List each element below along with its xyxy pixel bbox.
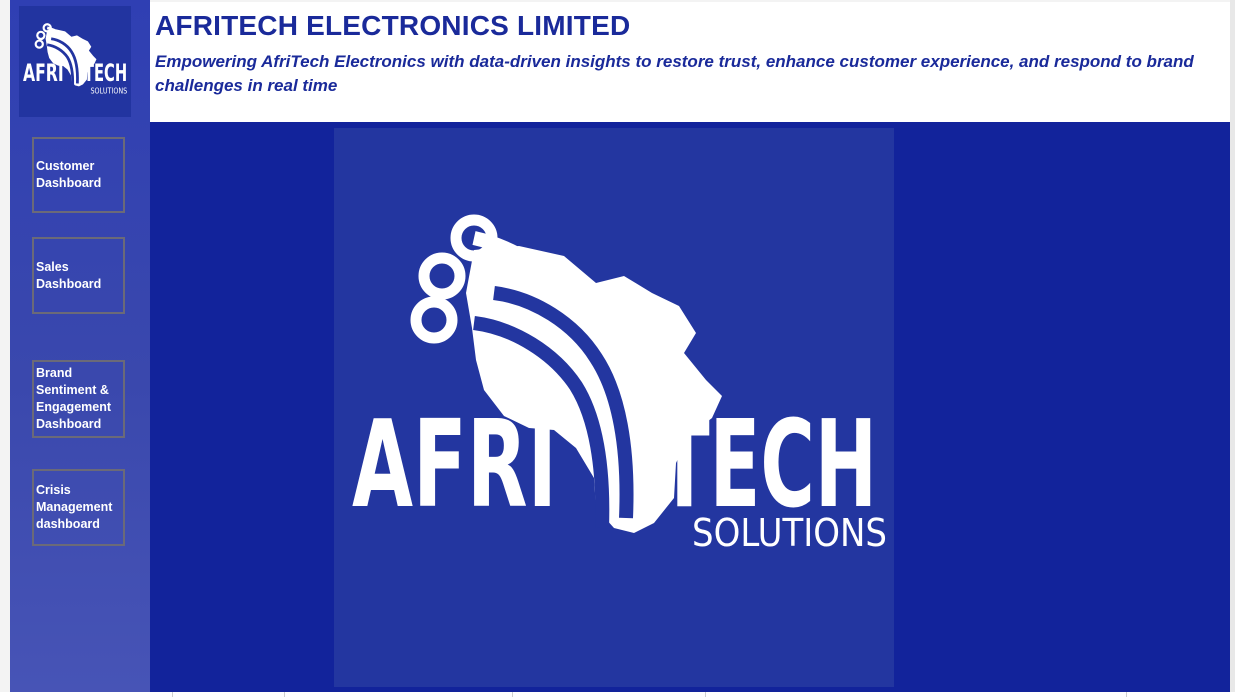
page-tab-divider <box>284 692 285 697</box>
customer-dashboard-button[interactable]: Customer Dashboard <box>32 137 125 213</box>
page-tab-divider <box>512 692 513 697</box>
company-logo: AFRI TECH SOLUTIONS <box>334 128 894 687</box>
page-title: AFRITECH ELECTRONICS LIMITED <box>155 10 631 41</box>
sales-dashboard-label: Sales Dashboard <box>36 259 102 291</box>
logo-word-afri: AFRI <box>352 396 557 535</box>
customer-dashboard-label: Customer Dashboard <box>36 159 102 190</box>
svg-text:SOLUTIONS: SOLUTIONS <box>90 86 127 95</box>
africa-circuit-logo-icon: AFRI TECH SOLUTIONS <box>352 214 887 555</box>
brand-sentiment-dashboard-label: Brand Sentiment & Engagement Dashboard <box>36 366 112 431</box>
sidebar-logo: AFRI TECH SOLUTIONS <box>19 6 131 117</box>
svg-text:AFRI: AFRI <box>23 59 64 87</box>
page-tab-divider <box>172 692 173 697</box>
right-edge <box>1230 0 1235 697</box>
africa-circuit-icon: AFRI TECH SOLUTIONS <box>23 23 127 95</box>
logo-tagline: SOLUTIONS <box>692 511 887 555</box>
svg-text:TECH: TECH <box>84 59 127 87</box>
brand-sentiment-dashboard-button[interactable]: Brand Sentiment & Engagement Dashboard <box>32 360 125 438</box>
page-tab-divider <box>705 692 706 697</box>
main-canvas: AFRI TECH SOLUTIONS <box>150 122 1230 692</box>
sidebar: AFRI TECH SOLUTIONS Customer Dashboard S… <box>10 0 150 692</box>
page-tab-divider <box>1126 692 1127 697</box>
crisis-management-dashboard-button[interactable]: Crisis Management dashboard <box>32 469 125 546</box>
page-subtitle: Empowering AfriTech Electronics with dat… <box>155 52 1194 95</box>
sales-dashboard-button[interactable]: Sales Dashboard <box>32 237 125 314</box>
bottom-edge <box>0 692 1235 697</box>
crisis-management-dashboard-label: Crisis Management dashboard <box>36 483 113 531</box>
header: AFRITECH ELECTRONICS LIMITED Empowering … <box>150 2 1230 122</box>
